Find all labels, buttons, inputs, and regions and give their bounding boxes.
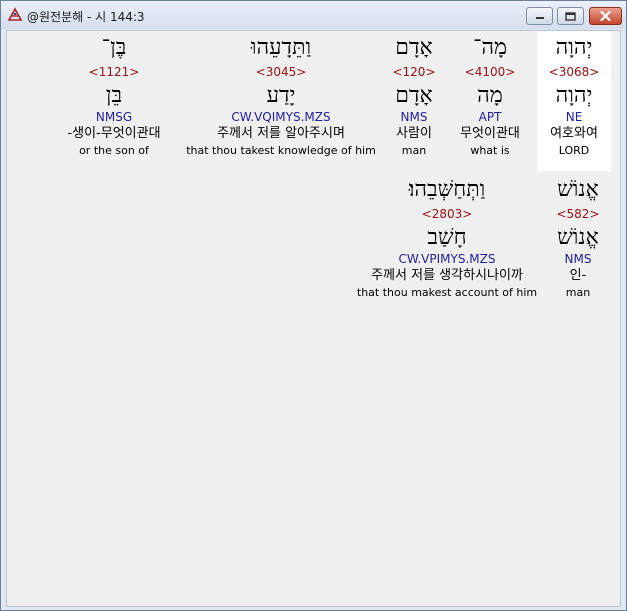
english-gloss: that thou takest knowledge of him	[186, 144, 376, 157]
morphology-code: APT	[478, 110, 502, 124]
korean-gloss: 주께서 저를 알아주시며	[217, 126, 345, 141]
hebrew-word: וַתֵּדָעֵהוּ	[250, 35, 312, 60]
korean-gloss: 사람이	[396, 126, 432, 141]
word-cell[interactable]: אֱנוֹשׁ <582> אֱנוֹשׁ NMS 인- man	[547, 173, 609, 313]
word-cell[interactable]: מָה־ <4100> מָה APT 무엇이관대 what is	[450, 31, 530, 171]
lemma-word: חָשַׁב	[427, 225, 467, 250]
title-bar[interactable]: @원전분해 - 시 144:3	[1, 1, 626, 29]
strongs-number[interactable]: <3045>	[256, 64, 307, 80]
korean-gloss: 인-	[569, 268, 587, 283]
hebrew-word: מָה־	[472, 35, 508, 60]
minimize-icon	[535, 17, 544, 19]
maximize-button[interactable]	[557, 7, 584, 25]
strongs-number[interactable]: <3068>	[549, 64, 600, 80]
lemma-word: יְהוָה	[555, 83, 593, 108]
strongs-number[interactable]: <2803>	[422, 206, 473, 222]
morphology-code: NE	[565, 110, 583, 124]
hebrew-word: וַתְּחַשְּׁבֵהוּ׃	[408, 177, 486, 202]
word-cell[interactable]: וַתְּחַשְּׁבֵהוּ׃ <2803> חָשַׁב CW.VPIMY…	[351, 173, 543, 313]
english-gloss: that thou makest account of him	[356, 286, 538, 299]
lemma-word: אֱנוֹשׁ	[557, 225, 599, 250]
maximize-icon	[565, 11, 576, 21]
morphology-code: NMSG	[95, 110, 133, 124]
strongs-number[interactable]: <4100>	[465, 64, 516, 80]
morphology-code: NMS	[400, 110, 428, 124]
hebrew-word: יְהוָה	[555, 35, 593, 60]
minimize-button[interactable]	[526, 7, 553, 25]
word-cell[interactable]: אָדָם <120> אָדָם NMS 사람이 man	[383, 31, 445, 171]
strongs-number[interactable]: <1121>	[89, 64, 140, 80]
hebrew-word: אֱנוֹשׁ	[557, 177, 599, 202]
window-title: @원전분해 - 시 144:3	[27, 10, 145, 24]
close-button[interactable]	[589, 7, 622, 25]
word-cell[interactable]: יְהוָה <3068> יְהוָה NE 여호와여 LORD	[537, 31, 611, 171]
morphology-code: CW.VPIMYS.MZS	[398, 252, 496, 266]
strongs-number[interactable]: <120>	[392, 64, 435, 80]
english-gloss: or the son of	[79, 144, 149, 157]
close-icon	[600, 11, 611, 21]
word-cell[interactable]: בֶּן־ <1121> בֵּן NMSG -생이-무엇이관대 or the …	[53, 31, 175, 171]
korean-gloss: -생이-무엇이관대	[67, 126, 161, 141]
english-gloss: what is	[470, 144, 510, 157]
word-cell[interactable]: וַתֵּדָעֵהוּ <3045> יָדַע CW.VQIMYS.MZS …	[183, 31, 379, 171]
analysis-panel[interactable]: יְהוָה <3068> יְהוָה NE 여호와여 LORD מָה־ <…	[6, 30, 621, 607]
lemma-word: מָה	[477, 83, 503, 108]
app-icon[interactable]	[7, 7, 23, 23]
lemma-word: אָדָם	[395, 83, 433, 108]
korean-gloss: 주께서 저를 생각하시나이까	[371, 268, 523, 283]
strongs-number[interactable]: <582>	[556, 206, 599, 222]
morphology-code: NMS	[564, 252, 592, 266]
english-gloss: man	[401, 144, 427, 157]
lemma-word: בֵּן	[105, 83, 123, 108]
korean-gloss: 여호와여	[550, 126, 598, 141]
app-window: @원전분해 - 시 144:3 יְהוָה <3068> יְהוָה NE …	[0, 0, 627, 611]
english-gloss: man	[565, 286, 591, 299]
english-gloss: LORD	[558, 144, 590, 157]
hebrew-word: בֶּן־	[101, 35, 127, 60]
morphology-code: CW.VQIMYS.MZS	[231, 110, 331, 124]
lemma-word: יָדַע	[266, 83, 296, 108]
hebrew-word: אָדָם	[395, 35, 433, 60]
korean-gloss: 무엇이관대	[460, 126, 520, 141]
